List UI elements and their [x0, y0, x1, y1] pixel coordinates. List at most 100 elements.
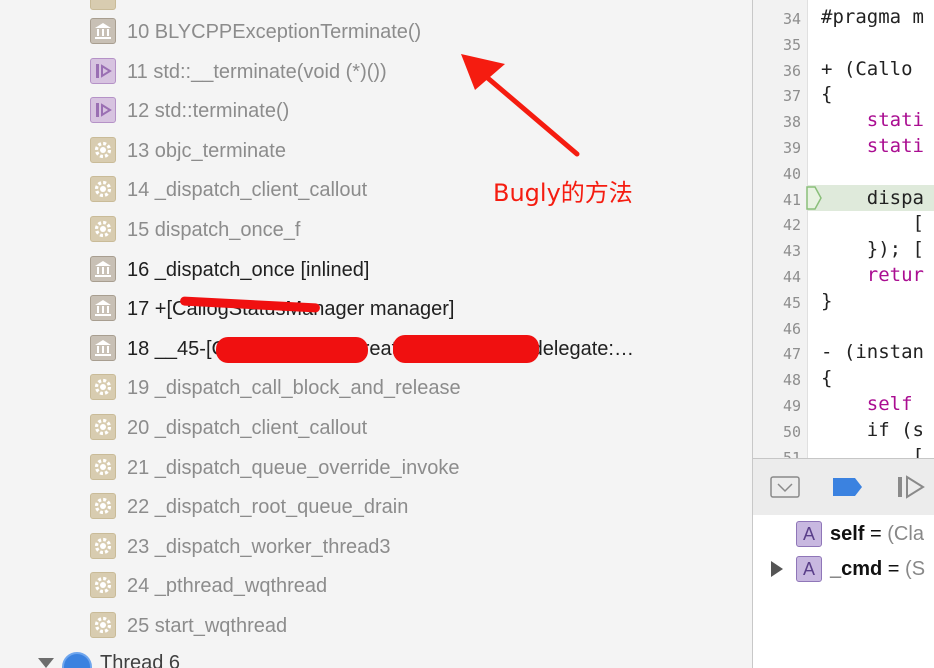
gear-icon [90, 176, 116, 203]
code-line: [ [821, 212, 924, 235]
gear-icon [90, 453, 116, 480]
variable-row[interactable]: A self = (Cla [753, 517, 934, 551]
continue-icon[interactable] [895, 473, 931, 501]
stack-frame-row[interactable]: 17 +[CallogStatusManager manager] [0, 289, 752, 328]
library-icon [90, 255, 116, 282]
variable-name: _cmd [830, 558, 883, 580]
redaction-mark [216, 337, 368, 363]
stack-frame-row[interactable]: 10 BLYCPPExceptionTerminate() [0, 12, 752, 51]
stack-frame-row[interactable]: 14 _dispatch_client_callout [0, 170, 752, 209]
stack-frame-label: 13 objc_terminate [127, 139, 286, 162]
thread-row[interactable]: Thread 6 [0, 648, 752, 668]
stack-frame-row[interactable]: 24 _pthread_wqthread [0, 566, 752, 605]
gear-icon [90, 374, 116, 401]
hide-debug-area-icon[interactable] [769, 475, 803, 501]
stack-frame-label: 20 _dispatch_client_callout [127, 417, 368, 439]
variables-view: A self = (Cla A _cmd = (S [753, 515, 934, 668]
code-line: stati [821, 109, 924, 132]
stack-frame-row[interactable]: 21 _dispatch_queue_override_invoke [0, 448, 752, 487]
variable-type-icon: A [796, 521, 822, 547]
line-number: 35 [782, 35, 801, 54]
code-line: dispa [821, 186, 924, 209]
line-number: 39 [782, 139, 801, 157]
code-line: if (s [821, 418, 924, 441]
breakpoints-toggle-icon[interactable] [831, 476, 865, 498]
stack-frame-label: 21 _dispatch_queue_override_invoke [127, 456, 460, 479]
line-number: 45 [782, 293, 801, 312]
line-number: 49 [782, 397, 801, 415]
thread-icon [62, 652, 92, 668]
code-line: - (instan [821, 341, 924, 364]
stack-frame-label: 19 _dispatch_call_block_and_release [127, 377, 461, 400]
line-number: 37 [782, 87, 801, 106]
stack-frame-label: 16 _dispatch_once [inlined] [127, 258, 370, 281]
variable-type-icon: A [796, 556, 822, 582]
code-line: }); [ [821, 238, 924, 261]
variable-name: self [830, 523, 865, 545]
disclosure-triangle-icon[interactable] [38, 658, 54, 668]
stack-frame-label: 25 start_wqthread [127, 615, 288, 637]
gear-icon [90, 136, 116, 163]
thread-label: Thread 6 [100, 652, 181, 668]
cpp-icon [90, 57, 116, 84]
line-number: 43 [782, 242, 801, 261]
line-number: 47 [782, 345, 801, 364]
annotation-label: Bugly的方法 [493, 179, 633, 207]
line-number: 51 [782, 448, 801, 458]
gear-icon [90, 414, 116, 440]
variable-value: (Cla [887, 523, 924, 545]
stack-frame-row[interactable]: 11 std::__terminate(void (*)()) [0, 52, 752, 91]
stack-frame-row[interactable]: 15 dispatch_once_f [0, 210, 752, 249]
annotation-arrow [461, 54, 580, 157]
gear-icon [90, 612, 116, 638]
stack-frame-label: 23 _dispatch_worker_thread3 [127, 535, 391, 558]
disclosure-triangle-icon[interactable] [771, 561, 783, 577]
stack-frame-row[interactable]: 23 _dispatch_worker_thread3 [0, 527, 752, 566]
code-line: + (Callo [821, 57, 913, 80]
line-number: 36 [782, 61, 801, 80]
gear-icon [90, 572, 116, 599]
gear-icon [90, 532, 116, 559]
gear-icon [90, 0, 116, 10]
code-line: [ [821, 444, 924, 458]
stack-frame-row[interactable]: 18 __45-[CallogManager createCallingWith… [0, 329, 752, 368]
cpp-icon [90, 97, 116, 124]
stack-frame-label: 18 __45-[CallogManager createCallingWith… [127, 337, 634, 360]
variable-value: (S [905, 558, 926, 580]
line-number: 42 [782, 216, 801, 235]
stack-frame-label: 24 _pthread_wqthread [127, 575, 328, 598]
stack-frame-label: 14 _dispatch_client_callout [127, 179, 368, 202]
stack-frame-row[interactable]: 19 _dispatch_call_block_and_release [0, 368, 752, 407]
gear-icon [90, 216, 116, 242]
stack-frame-label: 10 BLYCPPExceptionTerminate() [127, 21, 422, 43]
library-icon [90, 18, 116, 44]
code-line: stati [821, 135, 924, 157]
stack-frame-row[interactable]: 20 _dispatch_client_callout [0, 408, 752, 447]
stack-frame-label: 22 _dispatch_root_queue_drain [127, 496, 409, 519]
stack-frame-label: 15 dispatch_once_f [127, 219, 301, 241]
stack-frame-row[interactable]: 12 std::terminate() [0, 91, 752, 130]
library-icon [90, 334, 116, 361]
stack-frame-row[interactable]: 13 objc_terminate [0, 131, 752, 170]
stack-frame-row[interactable]: 22 _dispatch_root_queue_drain [0, 487, 752, 526]
line-number: 41 [782, 190, 801, 209]
debug-toolbar [753, 458, 934, 516]
redaction-mark [393, 335, 539, 363]
library-icon [90, 295, 116, 322]
code-line: } [821, 289, 833, 312]
code-line: { [821, 367, 833, 390]
variable-equals: = [882, 558, 906, 580]
code-line: self [821, 393, 913, 415]
variable-equals: = [864, 523, 888, 545]
code-line: retur [821, 264, 924, 286]
variable-row[interactable]: A _cmd = (S [753, 552, 934, 586]
stack-frame-row[interactable]: 16 _dispatch_once [inlined] [0, 250, 752, 289]
line-number: 50 [782, 422, 801, 441]
source-editor[interactable]: 34 35 36 37 38 39 40 41 42 43 44 45 46 47 48 49 50 51 #pr… [753, 0, 934, 458]
line-number: 48 [782, 371, 801, 390]
code-line: #pragma m [821, 6, 924, 28]
line-number-gutter[interactable]: 34 35 36 37 38 39 40 41 42 43 44 45 46 47 48 49 50 51 [753, 0, 808, 458]
line-number: 40 [782, 164, 801, 183]
stack-frame-label: 12 std::terminate() [127, 100, 290, 123]
stack-frame-row[interactable]: 25 start_wqthread [0, 606, 752, 645]
